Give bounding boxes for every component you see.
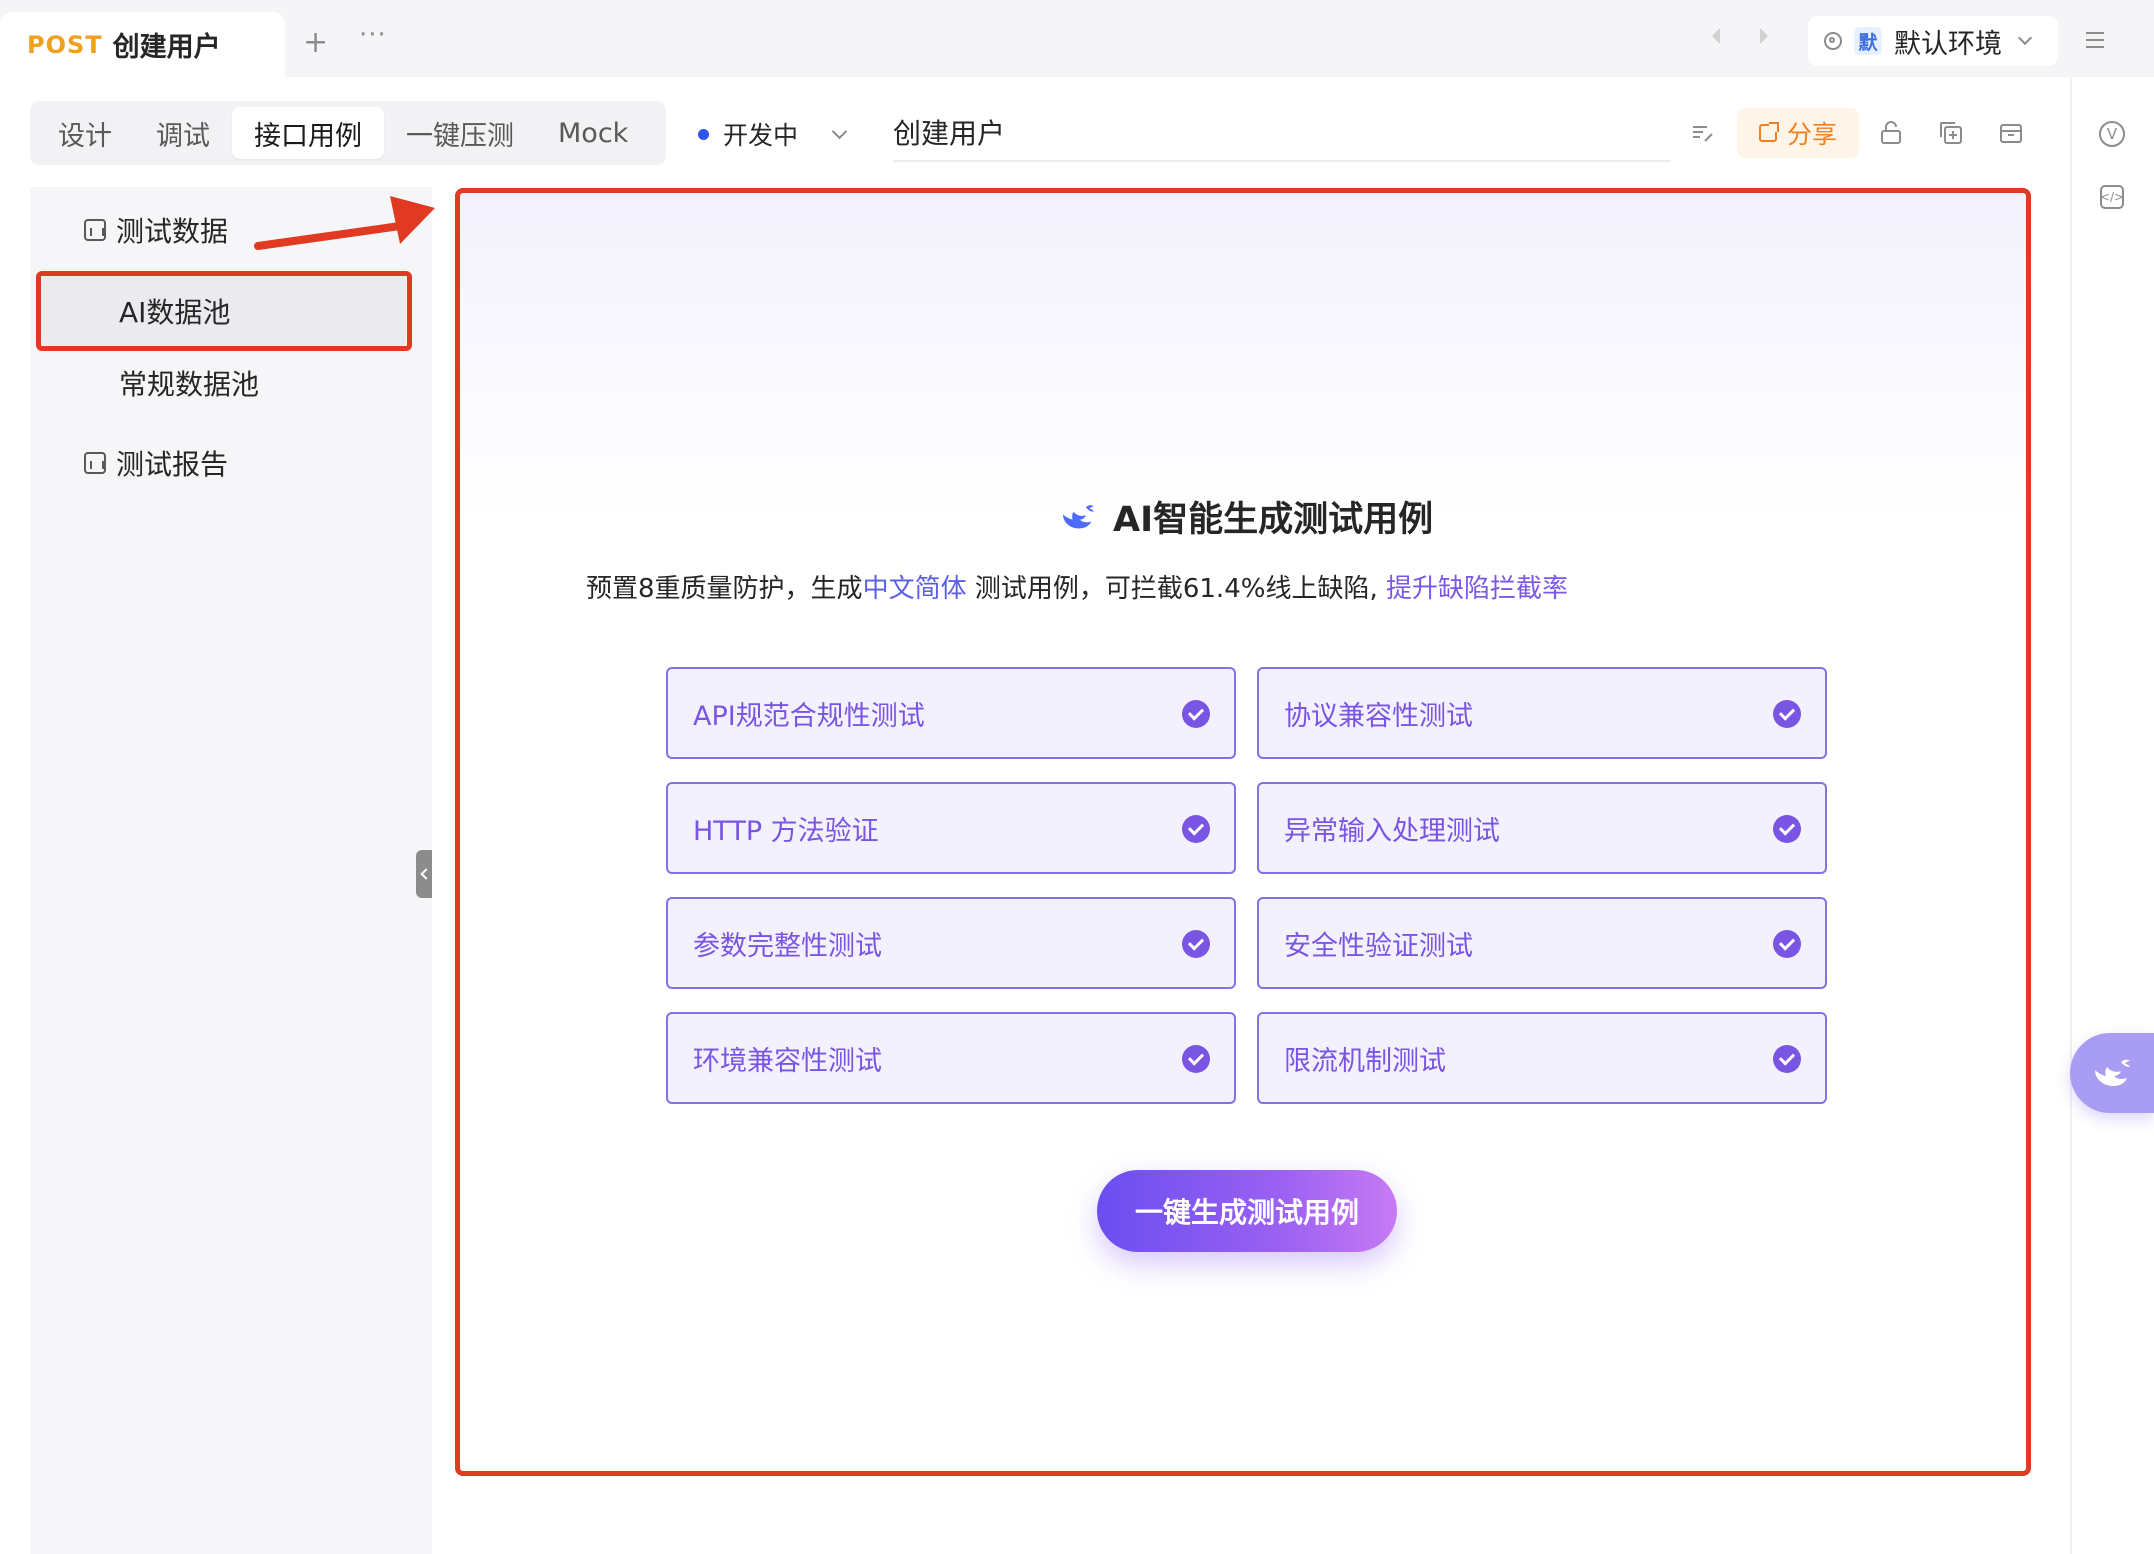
subtitle-prefix: 预置8重质量防护，生成	[586, 574, 863, 604]
environment-gear-icon	[1824, 32, 1842, 50]
check-icon	[1773, 930, 1801, 958]
test-type-card[interactable]: HTTP 方法验证	[666, 782, 1236, 874]
test-type-label: HTTP 方法验证	[693, 815, 879, 847]
test-type-card[interactable]: 异常输入处理测试	[1257, 782, 1827, 874]
sidebar-group-label: 测试数据	[116, 215, 229, 248]
test-type-label: 异常输入处理测试	[1284, 815, 1500, 847]
share-label: 分享	[1786, 120, 1837, 149]
tab-load-test[interactable]: 一键压测	[384, 107, 536, 159]
test-type-label: 参数完整性测试	[693, 930, 882, 962]
test-type-label: 环境兼容性测试	[693, 1045, 882, 1077]
tab-create-user[interactable]: POST 创建用户	[0, 12, 285, 77]
share-icon	[1758, 122, 1779, 142]
improve-rate-link[interactable]: 提升缺陷拦截率	[1386, 574, 1568, 604]
chevron-down-icon	[831, 123, 848, 139]
test-type-label: 限流机制测试	[1284, 1045, 1446, 1077]
highlight-box	[36, 271, 412, 351]
language-selector[interactable]: 中文简体	[863, 574, 967, 604]
status-label: 开发中	[723, 121, 799, 150]
tab-title: 创建用户	[112, 32, 221, 63]
environment-name: 默认环境	[1894, 28, 2002, 60]
nav-forward-icon[interactable]	[1760, 28, 1768, 44]
check-icon	[1182, 1045, 1210, 1073]
test-type-label: API规范合规性测试	[693, 700, 925, 732]
whale-icon	[1063, 504, 1094, 528]
environment-selector[interactable]: 默 默认环境	[1808, 16, 2058, 66]
top-tab-bar: POST 创建用户 + ··· 默 默认环境	[0, 0, 2154, 77]
check-icon	[1182, 930, 1210, 958]
test-type-label: 协议兼容性测试	[1284, 700, 1473, 732]
sidebar-item-regular-pool[interactable]: 常规数据池	[41, 347, 406, 418]
check-icon	[1773, 815, 1801, 843]
sidebar-group-test-data[interactable]: 测试数据	[84, 210, 228, 250]
hero-subtitle: 预置8重质量防护，生成中文简体 测试用例，可拦截61.4%线上缺陷, 提升缺陷拦…	[0, 568, 2154, 605]
collapse-sidebar-handle[interactable]	[416, 850, 432, 898]
test-type-card[interactable]: 限流机制测试	[1257, 1012, 1827, 1104]
more-tabs-icon[interactable]: ···	[359, 22, 387, 48]
environment-badge: 默	[1854, 27, 1882, 55]
check-icon	[1773, 700, 1801, 728]
menu-icon[interactable]	[2086, 32, 2104, 53]
right-rail	[2070, 77, 2154, 1554]
report-icon	[84, 452, 106, 474]
subtitle-middle: 测试用例，可拦截61.4%线上缺陷,	[966, 574, 1386, 604]
http-method-badge: POST	[27, 30, 103, 59]
hero-title: AI智能生成测试用例	[1059, 491, 1433, 542]
tab-debug[interactable]: 调试	[134, 107, 232, 159]
check-icon	[1182, 700, 1210, 728]
sidebar-group-label: 测试报告	[116, 448, 229, 481]
generate-test-cases-button[interactable]: 一键生成测试用例	[1097, 1170, 1397, 1252]
test-type-card[interactable]: 安全性验证测试	[1257, 897, 1827, 989]
add-tab-icon[interactable]: +	[303, 28, 328, 58]
version-icon[interactable]: V	[2099, 121, 2125, 147]
tab-test-cases[interactable]: 接口用例	[232, 107, 384, 159]
tab-mock[interactable]: Mock	[536, 107, 650, 159]
edit-list-icon[interactable]	[1690, 120, 1716, 146]
share-button[interactable]: 分享	[1737, 108, 1859, 158]
ai-assistant-button[interactable]	[2070, 1033, 2154, 1113]
tab-design[interactable]: 设计	[36, 107, 134, 159]
check-icon	[1182, 815, 1210, 843]
clone-icon[interactable]	[1938, 120, 1964, 146]
code-icon[interactable]: </>	[2100, 185, 2124, 209]
status-dot	[698, 128, 709, 140]
lock-icon[interactable]	[1878, 120, 1904, 146]
archive-icon[interactable]	[1998, 120, 2024, 146]
test-type-card[interactable]: 参数完整性测试	[666, 897, 1236, 989]
nav-back-icon[interactable]	[1712, 28, 1720, 44]
annotation-arrow	[254, 196, 435, 250]
check-icon	[1773, 1045, 1801, 1073]
sidebar-group-test-report[interactable]: 测试报告	[84, 443, 228, 483]
hero-title-text: AI智能生成测试用例	[1113, 500, 1434, 540]
whale-icon	[2095, 1059, 2130, 1086]
status-selector[interactable]: 开发中	[698, 116, 848, 152]
chevron-down-icon	[2017, 30, 2033, 46]
sub-tabs: 设计 调试 接口用例 一键压测 Mock	[30, 101, 666, 165]
test-type-card[interactable]: 环境兼容性测试	[666, 1012, 1236, 1104]
test-type-card[interactable]: API规范合规性测试	[666, 667, 1236, 759]
endpoint-name-input[interactable]	[893, 104, 1671, 162]
chart-icon	[84, 219, 106, 241]
test-type-label: 安全性验证测试	[1284, 930, 1473, 962]
test-type-card[interactable]: 协议兼容性测试	[1257, 667, 1827, 759]
